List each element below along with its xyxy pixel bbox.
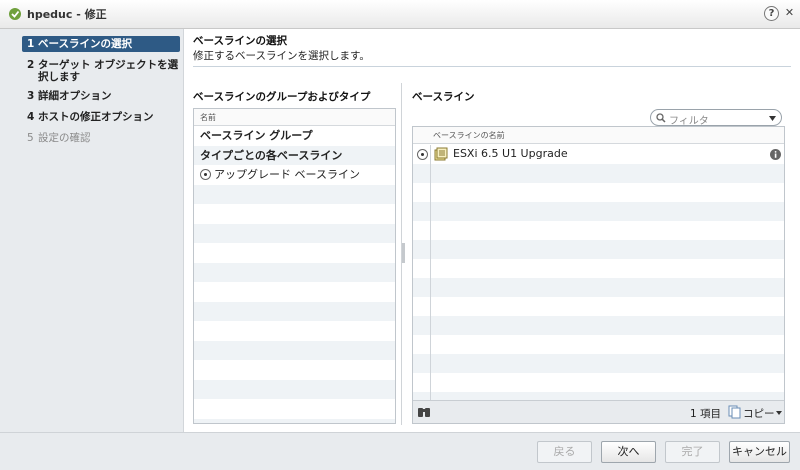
empty-row [413, 316, 784, 335]
chevron-down-icon [776, 411, 782, 415]
list-item-upgrade-baseline[interactable]: アップグレード ベースライン [194, 165, 395, 185]
list-item-baselines-by-type[interactable]: タイプごとの各ベースライン [194, 145, 395, 165]
empty-row [413, 335, 784, 354]
baselines-table: ベースラインの名前 ESXi 6.5 U1 Upgrade 1 項目 コピー [412, 126, 785, 424]
empty-row [413, 164, 784, 183]
empty-row [194, 282, 395, 302]
page-subtitle: 修正するベースラインを選択します。 [193, 50, 370, 62]
empty-row [413, 373, 784, 392]
item-count: 1 項目 [690, 408, 722, 420]
empty-row [194, 262, 395, 282]
cancel-button[interactable]: キャンセル [729, 441, 790, 463]
radio-esxi-upgrade[interactable] [417, 149, 428, 160]
copy-button[interactable]: コピー [728, 404, 784, 421]
page-title: ベースラインの選択 [193, 35, 287, 47]
search-icon [656, 113, 666, 123]
copy-icon [728, 405, 741, 419]
wizard-steps-sidebar: 1 ベースラインの選択 2 ターゲット オブジェクトを選択します 3 詳細オプシ… [0, 29, 184, 432]
empty-row [194, 301, 395, 321]
empty-row [194, 321, 395, 341]
info-icon[interactable] [770, 149, 781, 160]
table-row[interactable]: ESXi 6.5 U1 Upgrade [413, 145, 784, 164]
upgrade-baseline-label: アップグレード ベースライン [214, 168, 360, 181]
binoculars-icon[interactable] [417, 406, 431, 418]
empty-row [194, 379, 395, 399]
step-select-target[interactable]: 2 ターゲット オブジェクトを選択します [22, 57, 180, 85]
empty-row [194, 418, 395, 423]
step-host-remediation[interactable]: 4 ホストの修正オプション [22, 109, 180, 125]
empty-row [413, 202, 784, 221]
wizard-footer: 戻る 次へ 完了 キャンセル [0, 432, 800, 470]
upgrade-baseline-icon [434, 147, 448, 161]
empty-row [194, 223, 395, 243]
empty-row [413, 297, 784, 316]
filter-placeholder: フィルタ [669, 116, 709, 127]
empty-row [194, 243, 395, 263]
empty-row [413, 240, 784, 259]
empty-row [413, 278, 784, 297]
title-bar: hpeduc - 修正 ? ✕ [0, 0, 800, 29]
radio-upgrade-baseline[interactable] [200, 169, 211, 180]
window-title: hpeduc - 修正 [27, 8, 107, 21]
table-footer: 1 項目 コピー [413, 400, 784, 423]
baseline-name: ESXi 6.5 U1 Upgrade [453, 147, 568, 160]
empty-row [194, 399, 395, 419]
groups-section-label: ベースラインのグループおよびタイプ [193, 91, 371, 103]
finish-button[interactable]: 完了 [665, 441, 720, 463]
baselines-section-label: ベースライン [412, 91, 475, 103]
main-content: ベースラインの選択 修正するベースラインを選択します。 ベースラインのグループお… [185, 29, 800, 432]
splitter-grip[interactable] [402, 243, 405, 263]
empty-row [413, 354, 784, 373]
back-button[interactable]: 戻る [537, 441, 592, 463]
empty-row [413, 221, 784, 240]
divider [193, 66, 791, 67]
vmware-app-icon [9, 8, 21, 20]
copy-label: コピー [743, 408, 775, 420]
next-button[interactable]: 次へ [601, 441, 656, 463]
empty-row [413, 259, 784, 278]
list-item-baseline-group[interactable]: ベースライン グループ [194, 126, 395, 146]
step-review: 5 設定の確認 [27, 132, 91, 144]
step-select-baseline[interactable]: 1 ベースラインの選択 [22, 36, 180, 52]
chevron-down-icon[interactable] [769, 116, 776, 121]
baselines-table-body: ESXi 6.5 U1 Upgrade [413, 145, 784, 411]
empty-row [194, 340, 395, 360]
empty-row [194, 360, 395, 380]
column-header-name[interactable]: 名前 [194, 109, 395, 126]
filter-input[interactable]: フィルタ [650, 109, 782, 127]
column-header-baseline-name[interactable]: ベースラインの名前 [413, 127, 784, 144]
empty-row [413, 183, 784, 202]
empty-row [194, 204, 395, 224]
step-advanced-options[interactable]: 3 詳細オプション [22, 88, 180, 104]
empty-row [194, 184, 395, 204]
help-button[interactable]: ? [764, 6, 779, 21]
column-divider [430, 145, 431, 401]
baseline-groups-list: 名前 ベースライン グループ タイプごとの各ベースライン アップグレード ベース… [193, 108, 396, 424]
close-button[interactable]: ✕ [782, 6, 797, 21]
